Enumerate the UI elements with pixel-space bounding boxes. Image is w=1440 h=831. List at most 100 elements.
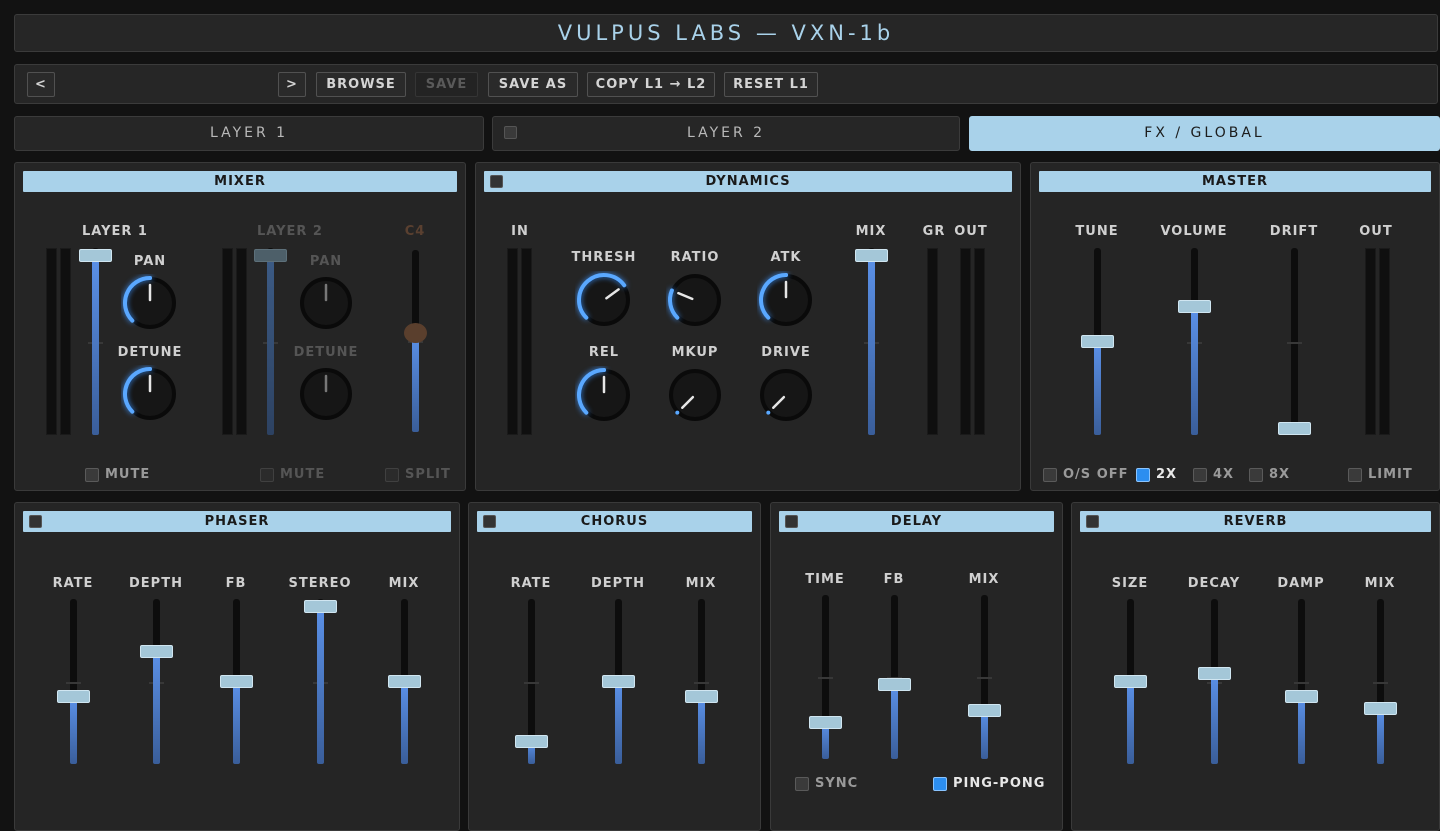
reverb-damp-slider[interactable] <box>1285 599 1318 764</box>
dynamics-ratio-knob[interactable] <box>666 271 724 329</box>
checkbox-box[interactable] <box>385 468 399 482</box>
checkbox-box[interactable] <box>1348 468 1362 482</box>
reverb-decay-slider[interactable] <box>1198 599 1231 764</box>
tab-layer-2[interactable]: LAYER 2 <box>492 116 960 151</box>
delay-enable-toggle[interactable] <box>785 515 798 528</box>
slider-thumb[interactable] <box>809 715 842 729</box>
delay-time-slider[interactable] <box>809 595 842 759</box>
chorus-depth-slider[interactable] <box>602 599 635 764</box>
chorus-rate-slider[interactable] <box>515 599 548 764</box>
chorus-mix-slider[interactable] <box>685 599 718 764</box>
limit-checkbox[interactable]: LIMIT <box>1348 467 1413 483</box>
oversampling-option-1[interactable]: 2X <box>1136 467 1177 483</box>
layer-1-label: LAYER 1 <box>82 224 148 239</box>
tab-layer-1[interactable]: LAYER 1 <box>14 116 484 151</box>
slider-thumb[interactable] <box>855 248 888 262</box>
slider-thumb[interactable] <box>1178 300 1211 314</box>
layer-1-mute-checkbox[interactable]: MUTE <box>85 467 150 483</box>
phaser-enable-toggle[interactable] <box>29 515 42 528</box>
oversampling-option-3[interactable]: 8X <box>1249 467 1290 483</box>
slider-thumb[interactable] <box>1285 690 1318 704</box>
slider-thumb[interactable] <box>388 675 421 688</box>
reverb-mix-slider[interactable] <box>1364 599 1397 764</box>
layer-1-level-slider[interactable] <box>79 248 112 435</box>
checkbox-box[interactable] <box>795 777 809 791</box>
delay-sync-checkbox[interactable]: SYNC <box>795 776 858 792</box>
layer-2-level-slider[interactable] <box>254 248 287 435</box>
phaser-fb-slider[interactable] <box>220 599 253 764</box>
phaser-mix-label: MIX <box>388 576 420 591</box>
slider-thumb[interactable] <box>220 675 253 688</box>
slider-thumb[interactable] <box>602 675 635 688</box>
slider-thumb[interactable] <box>404 322 427 343</box>
phaser-mix-slider[interactable] <box>388 599 421 764</box>
dynamics-drive-label: DRIVE <box>761 345 811 360</box>
dynamics-enable-toggle[interactable] <box>490 175 503 188</box>
dynamics-drive-knob[interactable] <box>757 366 815 424</box>
layer-2-label: LAYER 2 <box>257 224 323 239</box>
reverb-enable-toggle[interactable] <box>1086 515 1099 528</box>
split-point-slider[interactable] <box>404 250 427 432</box>
checkbox-box[interactable] <box>933 777 947 791</box>
slider-thumb[interactable] <box>304 599 337 613</box>
slider-thumb[interactable] <box>685 690 718 704</box>
layer-1-pan-knob[interactable] <box>121 274 179 332</box>
delay-mix-label: MIX <box>968 572 1000 587</box>
slider-fill <box>317 606 324 764</box>
slider-thumb[interactable] <box>57 690 90 704</box>
slider-thumb[interactable] <box>1278 421 1311 435</box>
phaser-rate-slider[interactable] <box>57 599 90 764</box>
oversampling-option-2[interactable]: 4X <box>1193 467 1234 483</box>
next-preset-button[interactable]: > <box>278 72 306 97</box>
save-as-button[interactable]: SAVE AS <box>488 72 578 97</box>
slider-thumb[interactable] <box>1198 667 1231 681</box>
dynamics-thresh-knob[interactable] <box>575 271 633 329</box>
oversampling-option-0[interactable]: O/S OFF <box>1043 467 1129 483</box>
dynamics-rel-knob[interactable] <box>575 366 633 424</box>
dynamics-atk-knob[interactable] <box>757 271 815 329</box>
dynamics-mkup-knob[interactable] <box>666 366 724 424</box>
save-button[interactable]: SAVE <box>415 72 478 97</box>
chorus-enable-toggle[interactable] <box>483 515 496 528</box>
slider-thumb[interactable] <box>140 644 173 658</box>
slider-thumb[interactable] <box>1114 675 1147 688</box>
slider-thumb[interactable] <box>878 678 911 691</box>
master-tune-slider[interactable] <box>1081 248 1114 435</box>
delay-ping-pong-checkbox[interactable]: PING-PONG <box>933 776 1045 792</box>
layer-2-mute-checkbox[interactable]: MUTE <box>260 467 325 483</box>
reverb-mix-label: MIX <box>1364 576 1396 591</box>
split-checkbox[interactable]: SPLIT <box>385 467 451 483</box>
checkbox-box[interactable] <box>1193 468 1207 482</box>
checkbox-box[interactable] <box>1249 468 1263 482</box>
slider-thumb[interactable] <box>968 703 1001 717</box>
delay-mix-slider[interactable] <box>968 595 1001 759</box>
tab-fx-global[interactable]: FX / GLOBAL <box>969 116 1440 151</box>
master-volume-slider[interactable] <box>1178 248 1211 435</box>
layer-1-detune-label: DETUNE <box>117 345 183 360</box>
checkbox-box[interactable] <box>1043 468 1057 482</box>
layer-1-detune-knob[interactable] <box>121 365 179 423</box>
phaser-depth-label: DEPTH <box>129 576 183 591</box>
master-drift-slider[interactable] <box>1278 248 1311 435</box>
browse-button[interactable]: BROWSE <box>316 72 406 97</box>
title-bar: VULPUS LABS — VXN-1b <box>14 14 1438 52</box>
reset-layer-button[interactable]: RESET L1 <box>724 72 818 97</box>
phaser-depth-slider[interactable] <box>140 599 173 764</box>
checkbox-box[interactable] <box>85 468 99 482</box>
slider-thumb[interactable] <box>1081 335 1114 348</box>
reverb-size-slider[interactable] <box>1114 599 1147 764</box>
dynamics-mix-slider[interactable] <box>855 248 888 435</box>
delay-fb-slider[interactable] <box>878 595 911 759</box>
layer-2-pan-knob[interactable] <box>297 274 355 332</box>
tab-layer-2-label: LAYER 2 <box>686 125 766 141</box>
slider-thumb[interactable] <box>1364 702 1397 716</box>
slider-fill <box>1127 681 1134 764</box>
phaser-stereo-slider[interactable] <box>304 599 337 764</box>
slider-thumb[interactable] <box>515 735 548 749</box>
copy-layer-button[interactable]: COPY L1 → L2 <box>587 72 715 97</box>
checkbox-box[interactable] <box>260 468 274 482</box>
layer-2-enable-toggle[interactable] <box>504 126 517 139</box>
checkbox-box[interactable] <box>1136 468 1150 482</box>
layer-2-detune-knob[interactable] <box>297 365 355 423</box>
prev-preset-button[interactable]: < <box>27 72 55 97</box>
